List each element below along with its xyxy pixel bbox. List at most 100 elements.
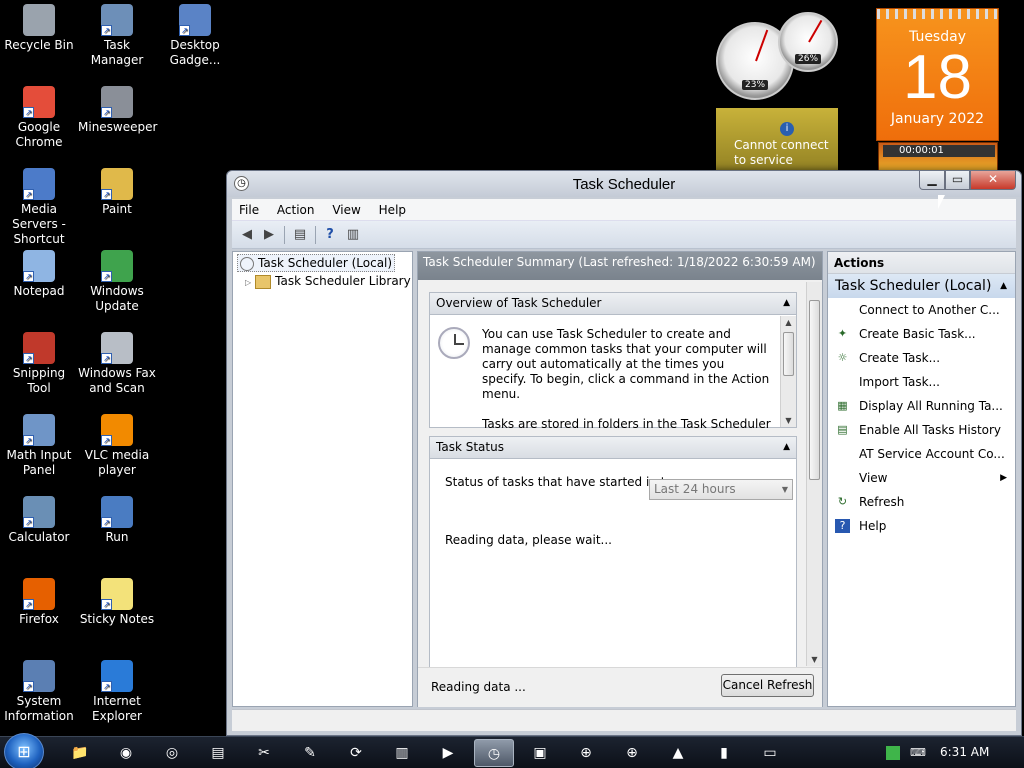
maximize-button[interactable]: ▭ [945, 171, 970, 190]
menu-action[interactable]: Action [270, 199, 322, 221]
snipping-tool-icon[interactable]: ✂ [244, 739, 284, 767]
media-servers-icon[interactable]: ▣ [520, 739, 560, 767]
overview-title[interactable]: Overview of Task Scheduler ▲ [430, 293, 796, 315]
desktop-icon-label: Recycle Bin [4, 38, 74, 52]
action-item[interactable]: ☼ Create Task... [828, 346, 1015, 370]
tree-item-local[interactable]: Task Scheduler (Local) [237, 254, 396, 272]
minimize-button[interactable]: ▁ [919, 171, 945, 190]
desktop-icon[interactable]: ↗ Media Servers - Shortcut [0, 168, 78, 247]
desktop-icon[interactable]: ↗ Internet Explorer [78, 660, 156, 724]
action-item-label: Display All Running Ta... [859, 399, 1003, 413]
collapse-icon[interactable]: ▲ [783, 437, 790, 458]
desktop-icon[interactable]: ↗ Desktop Gadge... [156, 4, 234, 68]
tree-item-library[interactable]: ▷ Task Scheduler Library [245, 273, 411, 291]
actions-group-header[interactable]: Task Scheduler (Local) ▲ [828, 274, 1015, 298]
toolbar: ◀ ▶ ▤ ? ▥ [232, 221, 1016, 249]
collapse-icon[interactable]: ▲ [1000, 274, 1007, 298]
action-item[interactable]: View ▶ [828, 466, 1015, 490]
status-range-label: Status of tasks that have started in t..… [445, 475, 677, 489]
clock-icon [438, 327, 470, 359]
tray-app-icon[interactable] [886, 746, 900, 760]
title-bar[interactable]: ◷ Task Scheduler ▁ ▭ ✕ [227, 171, 1021, 197]
desktop-icon[interactable]: ↗ Snipping Tool [0, 332, 78, 396]
close-button[interactable]: ✕ [970, 171, 1016, 190]
media-servers-icon: ↗ [23, 168, 55, 200]
vlc-icon: ↗ [101, 414, 133, 446]
help-icon[interactable]: ? [320, 225, 340, 245]
network-icon[interactable]: ⊕ [566, 739, 606, 767]
action-item[interactable]: ▦ Display All Running Ta... [828, 394, 1015, 418]
paint-icon[interactable]: ✎ [290, 739, 330, 767]
cmd-icon[interactable]: ▮ [704, 739, 744, 767]
desktop-icon[interactable]: ↗ Notepad [0, 250, 78, 299]
desktop-icon[interactable]: ↗ Windows Update [78, 250, 156, 314]
action-item[interactable]: Import Task... [828, 370, 1015, 394]
back-arrow-icon[interactable]: ◀ [237, 225, 257, 245]
menu-help[interactable]: Help [372, 199, 413, 221]
chrome-icon[interactable]: ◎ [152, 739, 192, 767]
timer-gadget[interactable]: 00:00:01 [878, 142, 998, 172]
network-icon[interactable]: ⌨ [910, 746, 926, 760]
desktop-icon[interactable]: ↗ Google Chrome [0, 86, 78, 150]
desktop-icon[interactable]: ↗ Windows Fax and Scan [78, 332, 156, 396]
chevron-down-icon: ▼ [781, 485, 788, 494]
task-scheduler-icon[interactable]: ◷ [474, 739, 514, 767]
notepad-icon[interactable]: ▤ [198, 739, 238, 767]
desktop-icon-label: Paint [102, 202, 132, 216]
action-item[interactable]: ▤ Enable All Tasks History [828, 418, 1015, 442]
desktop-icon[interactable]: ↗ Math Input Panel [0, 414, 78, 478]
status-bar [232, 709, 1016, 731]
calendar-gadget[interactable]: Tuesday 18 January 2022 [876, 8, 999, 141]
windows-update-icon[interactable]: ⟳ [336, 739, 376, 767]
desktop-icon[interactable]: Recycle Bin [0, 4, 78, 53]
remote-icon[interactable]: ▭ [750, 739, 790, 767]
firefox-icon[interactable]: ◉ [106, 739, 146, 767]
menu-bar: File Action View Help [232, 199, 1016, 221]
desktop-icon[interactable]: ↗ Sticky Notes [78, 578, 156, 627]
overview-scrollbar[interactable]: ▲ ▼ [780, 316, 796, 427]
actions-pane: Actions Task Scheduler (Local) ▲ Connect … [827, 251, 1016, 707]
calendar-rings [877, 9, 998, 19]
start-button[interactable]: ⊞ [4, 733, 44, 768]
clock-time[interactable]: 6:31 AM [940, 745, 989, 759]
create-task-icon: ☼ [837, 351, 848, 364]
desktop-icon[interactable]: ↗ Minesweeper [78, 86, 157, 135]
desktop-icon[interactable]: ↗ Run [78, 496, 156, 545]
show-hide-tree-icon[interactable]: ▤ [290, 225, 310, 245]
desktop-icon[interactable]: ↗ Firefox [0, 578, 78, 627]
menu-file[interactable]: File [232, 199, 266, 221]
fax-scan-icon[interactable]: ▥ [382, 739, 422, 767]
explorer-icon[interactable]: 📁 [60, 739, 100, 767]
action-item[interactable]: AT Service Account Co... [828, 442, 1015, 466]
desktop-icon[interactable]: ↗ System Information [0, 660, 78, 724]
action-item[interactable]: ✦ Create Basic Task... [828, 322, 1015, 346]
expand-arrow-icon[interactable]: ▷ [245, 278, 251, 287]
vlc-icon[interactable]: ▲ [658, 739, 698, 767]
desktop-icon-label: Internet Explorer [92, 694, 142, 723]
show-hide-action-pane-icon[interactable]: ▥ [343, 225, 363, 245]
status-range-select[interactable]: Last 24 hours ▼ [649, 479, 793, 500]
action-item[interactable]: ↻ Refresh [828, 490, 1015, 514]
memory-meter-gadget[interactable]: 26% [778, 12, 838, 72]
task-status-title[interactable]: Task Status ▲ [430, 437, 796, 459]
memory-percent: 26% [794, 54, 822, 64]
overview-paragraph-2: Tasks are stored in folders in the Task … [482, 417, 771, 431]
weather-message-2: to service [734, 153, 793, 167]
tree-item-label: Task Scheduler Library [275, 274, 411, 288]
forward-arrow-icon[interactable]: ▶ [259, 225, 279, 245]
desktop-icon[interactable]: ↗ Paint [78, 168, 156, 217]
action-item[interactable]: Connect to Another C... [828, 298, 1015, 322]
cancel-refresh-button[interactable]: Cancel Refresh [721, 674, 814, 697]
notepad-icon: ↗ [23, 250, 55, 282]
calendar-month: January 2022 [890, 111, 985, 127]
run-icon[interactable]: ▶ [428, 739, 468, 767]
sticky-notes-icon: ↗ [101, 578, 133, 610]
desktop-icon[interactable]: ↗ Task Manager [78, 4, 156, 68]
menu-view[interactable]: View [325, 199, 367, 221]
collapse-icon[interactable]: ▲ [783, 293, 790, 314]
action-item[interactable]: ? Help [828, 514, 1015, 538]
desktop-icon[interactable]: ↗ VLC media player [78, 414, 156, 478]
desktop-icon[interactable]: ↗ Calculator [0, 496, 78, 545]
summary-scrollbar[interactable]: ▼ [806, 282, 822, 666]
network-icon[interactable]: ⊕ [612, 739, 652, 767]
